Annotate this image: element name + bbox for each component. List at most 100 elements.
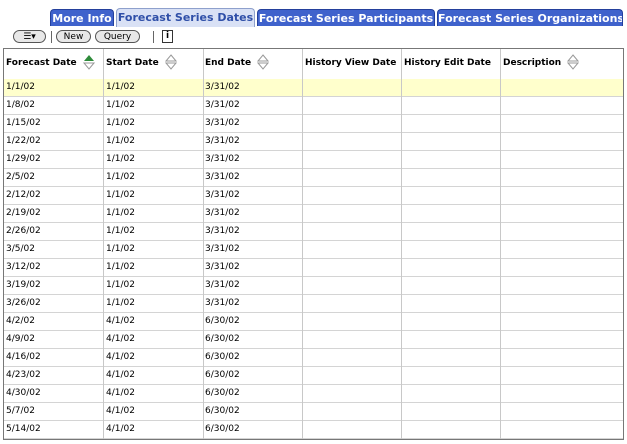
table-cell[interactable]: 4/30/02	[4, 385, 103, 403]
table-cell[interactable]: 6/30/02	[203, 385, 302, 403]
table-cell[interactable]: 1/1/02	[104, 169, 203, 187]
table-cell[interactable]: 6/30/02	[203, 349, 302, 367]
table-row[interactable]: 3/19/02 1/1/02 3/31/02	[4, 277, 623, 295]
table-cell[interactable]: 3/31/02	[203, 151, 302, 169]
table-cell[interactable]: 1/1/02	[104, 205, 203, 223]
table-cell[interactable]: 3/31/02	[203, 97, 302, 115]
table-row[interactable]: 1/22/02 1/1/02 3/31/02	[4, 133, 623, 151]
table-cell[interactable]: 3/12/02	[4, 259, 103, 277]
query-button[interactable]: Query	[95, 30, 140, 43]
table-cell[interactable]	[303, 115, 402, 133]
table-cell[interactable]	[501, 259, 623, 277]
table-row[interactable]: 1/1/02 1/1/02 3/31/02	[4, 79, 623, 97]
table-row[interactable]: 1/8/02 1/1/02 3/31/02	[4, 97, 623, 115]
table-cell[interactable]	[303, 331, 402, 349]
table-cell[interactable]	[402, 115, 501, 133]
table-cell[interactable]: 6/30/02	[203, 421, 302, 439]
table-cell[interactable]	[303, 169, 402, 187]
table-cell[interactable]: 6/30/02	[203, 313, 302, 331]
table-row[interactable]: 2/12/02 1/1/02 3/31/02	[4, 187, 623, 205]
tab-forecast-series-participants[interactable]: Forecast Series Participants	[257, 9, 435, 26]
table-cell[interactable]: 1/1/02	[104, 151, 203, 169]
table-cell[interactable]	[303, 79, 402, 97]
table-cell[interactable]	[402, 187, 501, 205]
table-cell[interactable]: 1/1/02	[104, 187, 203, 205]
table-row[interactable]: 3/12/02 1/1/02 3/31/02	[4, 259, 623, 277]
table-cell[interactable]	[402, 403, 501, 421]
table-cell[interactable]	[303, 133, 402, 151]
table-row[interactable]: 1/15/02 1/1/02 3/31/02	[4, 115, 623, 133]
table-cell[interactable]: 1/1/02	[4, 79, 103, 97]
table-cell[interactable]: 4/1/02	[104, 349, 203, 367]
table-cell[interactable]	[303, 97, 402, 115]
table-cell[interactable]: 4/16/02	[4, 349, 103, 367]
table-cell[interactable]	[501, 349, 623, 367]
tab-forecast-series-dates[interactable]: Forecast Series Dates	[116, 8, 255, 27]
table-row[interactable]: 4/30/02 4/1/02 6/30/02	[4, 385, 623, 403]
table-cell[interactable]	[303, 295, 402, 313]
table-cell[interactable]: 3/31/02	[203, 133, 302, 151]
table-row[interactable]: 5/7/02 4/1/02 6/30/02	[4, 403, 623, 421]
tab-forecast-series-organizations[interactable]: Forecast Series Organizations	[437, 9, 623, 26]
table-row[interactable]: 1/29/02 1/1/02 3/31/02	[4, 151, 623, 169]
table-cell[interactable]: 1/1/02	[104, 133, 203, 151]
table-cell[interactable]: 1/1/02	[104, 115, 203, 133]
table-cell[interactable]: 2/5/02	[4, 169, 103, 187]
table-cell[interactable]: 4/1/02	[104, 421, 203, 439]
table-cell[interactable]: 3/31/02	[203, 187, 302, 205]
table-cell[interactable]	[402, 97, 501, 115]
table-cell[interactable]: 6/30/02	[203, 367, 302, 385]
table-cell[interactable]: 1/1/02	[104, 277, 203, 295]
table-cell[interactable]	[501, 115, 623, 133]
table-cell[interactable]: 4/1/02	[104, 403, 203, 421]
table-cell[interactable]: 3/31/02	[203, 223, 302, 241]
table-cell[interactable]: 3/31/02	[203, 259, 302, 277]
table-cell[interactable]	[501, 313, 623, 331]
sort-icon[interactable]	[257, 53, 270, 70]
table-cell[interactable]: 1/29/02	[4, 151, 103, 169]
table-cell[interactable]: 4/1/02	[104, 367, 203, 385]
table-cell[interactable]: 3/26/02	[4, 295, 103, 313]
table-cell[interactable]	[501, 295, 623, 313]
table-cell[interactable]: 4/1/02	[104, 385, 203, 403]
table-cell[interactable]	[402, 205, 501, 223]
table-cell[interactable]	[402, 277, 501, 295]
column-header-history-view-date[interactable]: History View Date	[303, 49, 402, 79]
table-row[interactable]: 2/26/02 1/1/02 3/31/02	[4, 223, 623, 241]
table-cell[interactable]: 2/12/02	[4, 187, 103, 205]
table-cell[interactable]	[303, 385, 402, 403]
table-cell[interactable]	[501, 79, 623, 97]
table-row[interactable]: 5/14/02 4/1/02 6/30/02	[4, 421, 623, 439]
table-row[interactable]: 4/23/02 4/1/02 6/30/02	[4, 367, 623, 385]
table-cell[interactable]: 5/7/02	[4, 403, 103, 421]
table-cell[interactable]: 4/1/02	[104, 331, 203, 349]
table-cell[interactable]: 1/22/02	[4, 133, 103, 151]
table-cell[interactable]	[402, 385, 501, 403]
table-cell[interactable]	[501, 133, 623, 151]
table-cell[interactable]: 6/30/02	[203, 403, 302, 421]
table-cell[interactable]	[402, 151, 501, 169]
column-header-history-edit-date[interactable]: History Edit Date	[402, 49, 501, 79]
table-cell[interactable]: 3/31/02	[203, 241, 302, 259]
table-cell[interactable]: 1/1/02	[104, 259, 203, 277]
sort-icon[interactable]	[164, 53, 177, 70]
table-cell[interactable]	[402, 79, 501, 97]
table-cell[interactable]	[303, 421, 402, 439]
table-cell[interactable]: 1/1/02	[104, 97, 203, 115]
table-cell[interactable]	[402, 259, 501, 277]
table-cell[interactable]	[501, 241, 623, 259]
table-cell[interactable]	[501, 97, 623, 115]
table-cell[interactable]	[303, 349, 402, 367]
table-cell[interactable]: 3/31/02	[203, 205, 302, 223]
table-cell[interactable]: 5/14/02	[4, 421, 103, 439]
table-cell[interactable]	[501, 403, 623, 421]
table-cell[interactable]	[501, 151, 623, 169]
table-cell[interactable]: 2/19/02	[4, 205, 103, 223]
menu-button[interactable]: ☰▾	[13, 30, 46, 43]
table-cell[interactable]	[501, 187, 623, 205]
table-cell[interactable]	[303, 187, 402, 205]
table-cell[interactable]: 1/1/02	[104, 295, 203, 313]
table-cell[interactable]	[303, 367, 402, 385]
table-cell[interactable]: 3/31/02	[203, 115, 302, 133]
table-cell[interactable]: 4/2/02	[4, 313, 103, 331]
